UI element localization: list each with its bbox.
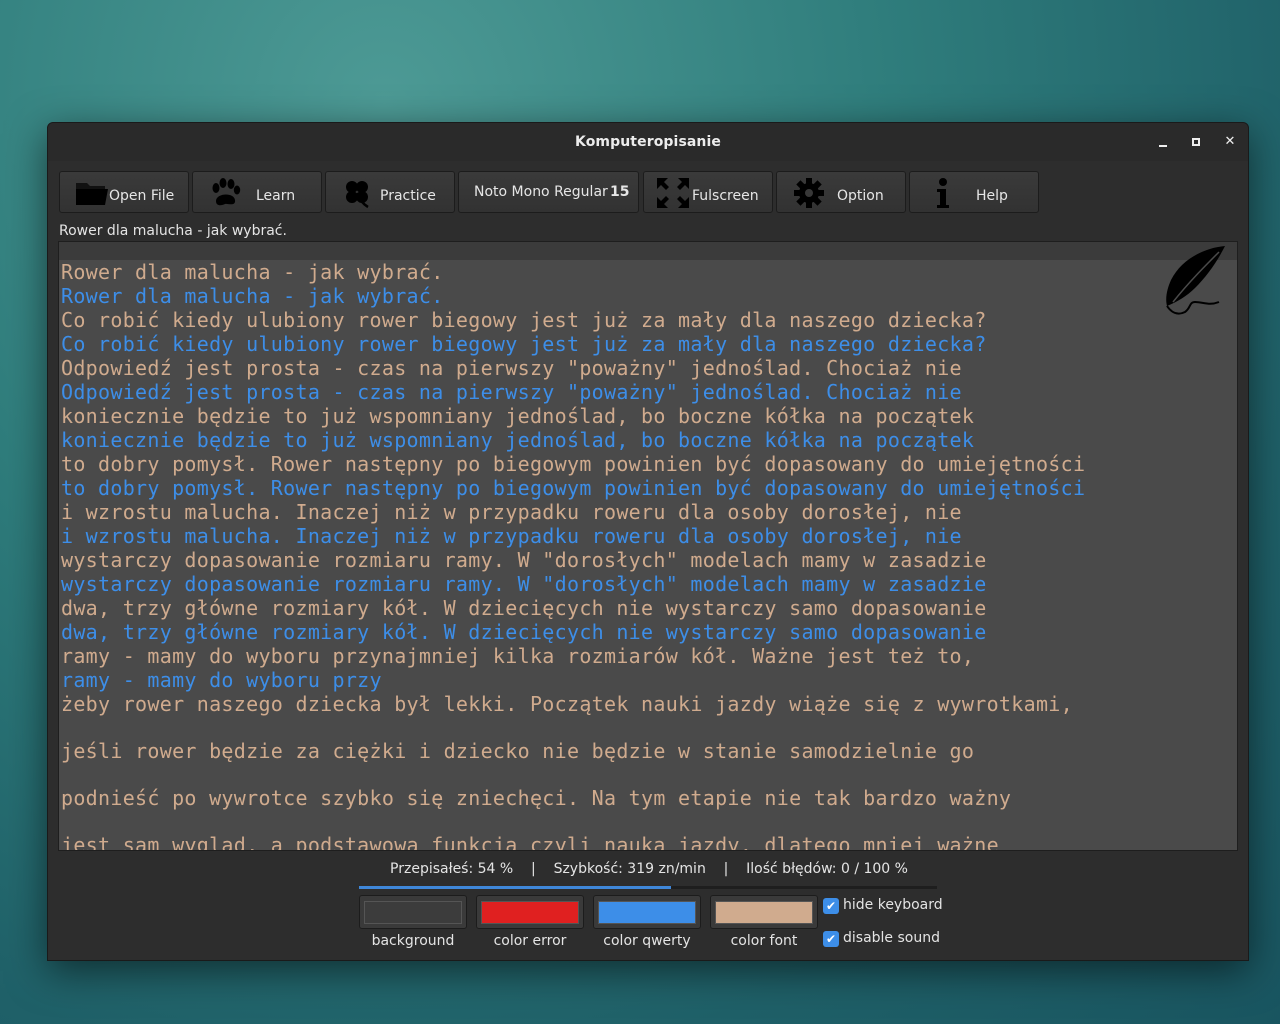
clover-icon — [346, 181, 369, 209]
typed-line: koniecznie będzie to już wspomniany jedn… — [61, 428, 975, 452]
source-line: wystarczy dopasowanie rozmiaru ramy. W "… — [61, 548, 987, 572]
open-file-label: Open File — [109, 188, 175, 204]
folder-icon — [76, 183, 108, 205]
paw-icon — [212, 178, 241, 206]
text-lines: Rower dla malucha - jak wybrać. Rower dla… — [61, 260, 1086, 851]
typed-line: Co robić kiedy ulubiony rower biegowy je… — [61, 332, 987, 356]
titlebar[interactable]: Komputeropisanie ✕ — [48, 123, 1248, 161]
error-color-button[interactable] — [476, 895, 584, 929]
open-file-button[interactable]: Open File — [59, 171, 189, 213]
source-line: to dobry pomysł. Rower następny po biego… — [61, 452, 1086, 476]
help-label: Help — [976, 188, 1008, 204]
gear-icon — [794, 178, 824, 208]
typing-area[interactable]: Rower dla malucha - jak wybrać. Rower dla… — [58, 241, 1238, 851]
hide-keyboard-label: hide keyboard — [843, 897, 943, 913]
font-color-label: color font — [730, 933, 798, 949]
maximize-button[interactable] — [1187, 133, 1205, 151]
option-button[interactable]: Option — [776, 171, 906, 213]
learn-label: Learn — [256, 188, 296, 204]
typing-area-header — [59, 242, 1237, 260]
fullscreen-icon — [657, 178, 689, 208]
typed-line: ramy - mamy do wyboru przy — [61, 668, 382, 692]
close-button[interactable]: ✕ — [1221, 133, 1239, 151]
feather-icon — [1166, 246, 1225, 315]
window-title: Komputeropisanie — [575, 134, 721, 150]
checkbox-checked-icon: ✔ — [823, 931, 839, 947]
minimize-button[interactable] — [1154, 133, 1172, 151]
qwerty-color-swatch — [598, 901, 696, 924]
typed-line: wystarczy dopasowanie rozmiaru ramy. W "… — [61, 572, 987, 596]
maximize-icon — [1192, 138, 1200, 146]
minimize-icon — [1159, 145, 1167, 147]
practice-button[interactable]: Practice — [325, 171, 455, 213]
option-label: Option — [837, 188, 884, 204]
document-title: Rower dla malucha - jak wybrać. — [59, 223, 289, 242]
qwerty-color-label: color qwerty — [603, 933, 691, 949]
info-icon — [937, 178, 949, 208]
font-name: Noto Mono Regular — [474, 184, 608, 200]
practice-label: Practice — [380, 188, 436, 204]
source-line: Rower dla malucha - jak wybrać. — [61, 260, 444, 284]
font-size: 15 — [610, 184, 630, 200]
close-icon: ✕ — [1224, 134, 1236, 149]
typed-line: to dobry pomysł. Rower następny po biego… — [61, 476, 1086, 500]
source-line: jeśli rower będzie za ciężki i dziecko n… — [61, 739, 975, 763]
source-line: podnieść po wywrotce szybko się zniechęc… — [61, 786, 1012, 810]
status-separator: | — [723, 861, 729, 877]
typed-line: Odpowiedź jest prosta - czas na pierwszy… — [61, 380, 962, 404]
source-line: dwa, trzy główne rozmiary kół. W dziecię… — [61, 596, 987, 620]
source-line: i wzrostu malucha. Inaczej niż w przypad… — [61, 500, 962, 524]
error-color-label: color error — [493, 933, 567, 949]
font-color-button[interactable] — [710, 895, 818, 929]
source-line: Odpowiedź jest prosta - czas na pierwszy… — [61, 356, 962, 380]
progress-bar — [359, 886, 937, 889]
source-line: ramy - mamy do wyboru przynajmniej kilka… — [61, 644, 975, 668]
background-color-swatch — [364, 901, 462, 924]
help-button[interactable]: Help — [909, 171, 1039, 213]
progress-fill — [359, 886, 672, 889]
error-count: Ilość błędów: 0 / 100 % — [746, 861, 908, 877]
source-line: koniecznie będzie to już wspomniany jedn… — [61, 404, 975, 428]
learn-button[interactable]: Learn — [192, 171, 322, 213]
fullscreen-button[interactable]: Fulscreen — [643, 171, 773, 213]
error-color-swatch — [481, 901, 579, 924]
source-line: Co robić kiedy ulubiony rower biegowy je… — [61, 308, 987, 332]
background-color-label: background — [371, 933, 455, 949]
status-separator: | — [531, 861, 536, 877]
status-bar: Przepisałeś: 54 % | Szybkość: 319 zn/min… — [48, 861, 1250, 877]
font-color-swatch — [715, 901, 813, 924]
disable-sound-label: disable sound — [843, 930, 940, 946]
typed-percent: Przepisałeś: 54 % — [390, 861, 514, 877]
qwerty-color-button[interactable] — [593, 895, 701, 929]
source-line: jest sam wygląd, a podstawowa funkcja cz… — [61, 833, 999, 851]
typed-line: Rower dla malucha - jak wybrać. — [61, 284, 444, 308]
fullscreen-label: Fulscreen — [692, 188, 759, 204]
typed-line: dwa, trzy główne rozmiary kół. W dziecię… — [61, 620, 987, 644]
checkbox-checked-icon: ✔ — [823, 898, 839, 914]
app-window: Komputeropisanie ✕ Open File Learn Pract… — [47, 122, 1249, 961]
font-selector-button[interactable]: Noto Mono Regular 15 — [458, 171, 639, 213]
typing-speed: Szybkość: 319 zn/min — [553, 861, 706, 877]
source-line: żeby rower naszego dziecka był lekki. Po… — [61, 692, 1073, 716]
typed-line: i wzrostu malucha. Inaczej niż w przypad… — [61, 524, 962, 548]
background-color-button[interactable] — [359, 895, 467, 929]
